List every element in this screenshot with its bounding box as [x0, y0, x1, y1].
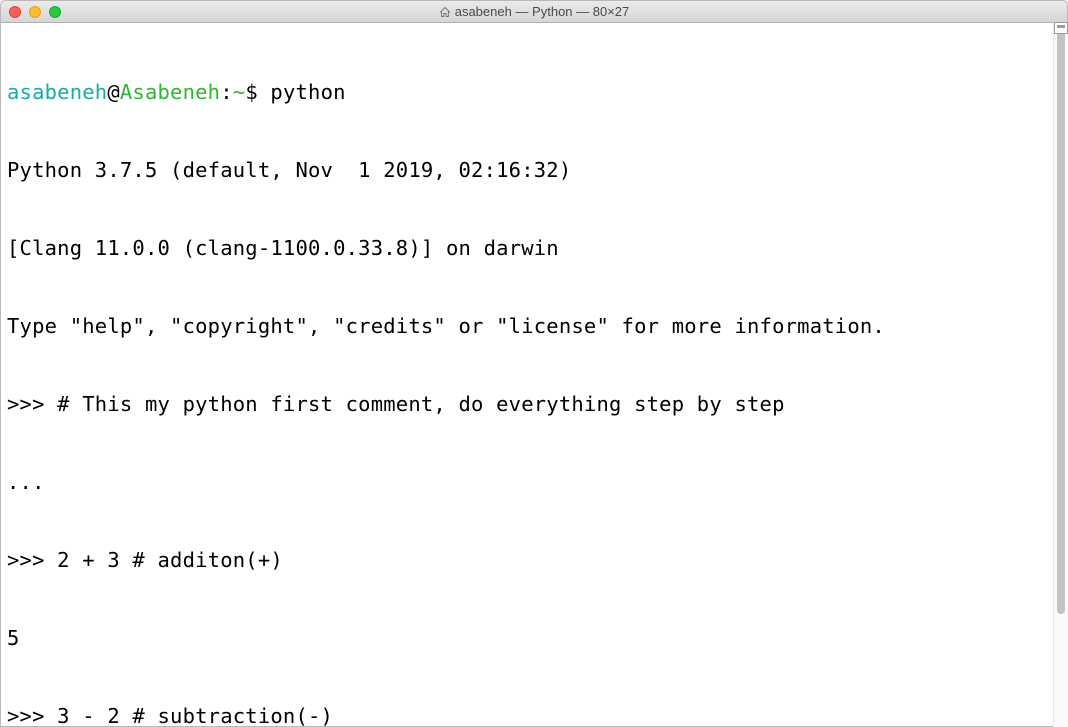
python-banner-line: [Clang 11.0.0 (clang-1100.0.33.8)] on da… [7, 235, 1061, 261]
vertical-scrollbar[interactable] [1053, 22, 1068, 727]
prompt-dollar: $ [245, 80, 270, 104]
terminal-body[interactable]: asabeneh@Asabeneh:~$ python Python 3.7.5… [1, 23, 1067, 726]
window-controls [1, 6, 61, 18]
repl-output: 5 [7, 625, 1061, 651]
typed-command: python [270, 80, 345, 104]
python-banner-line: Python 3.7.5 (default, Nov 1 2019, 02:16… [7, 157, 1061, 183]
repl-line: >>> 3 - 2 # subtraction(-) [7, 703, 1061, 726]
repl-line: >>> 2 + 3 # additon(+) [7, 547, 1061, 573]
scroll-thumb[interactable] [1057, 24, 1065, 614]
close-icon[interactable] [9, 6, 21, 18]
terminal-window: asabeneh — Python — 80×27 asabeneh@Asabe… [0, 0, 1068, 727]
maximize-icon[interactable] [49, 6, 61, 18]
corner-window-icon [1054, 22, 1068, 34]
minimize-icon[interactable] [29, 6, 41, 18]
prompt-host: Asabeneh [120, 80, 220, 104]
repl-line: ... [7, 469, 1061, 495]
repl-line: >>> # This my python first comment, do e… [7, 391, 1061, 417]
prompt-tilde: ~ [233, 80, 246, 104]
prompt-colon: : [220, 80, 233, 104]
shell-prompt-line: asabeneh@Asabeneh:~$ python [7, 79, 1061, 105]
titlebar[interactable]: asabeneh — Python — 80×27 [1, 1, 1067, 23]
prompt-user: asabeneh [7, 80, 107, 104]
home-icon [439, 6, 451, 18]
window-title: asabeneh — Python — 80×27 [455, 4, 630, 19]
prompt-at: @ [107, 80, 120, 104]
python-banner-line: Type "help", "copyright", "credits" or "… [7, 313, 1061, 339]
window-title-wrap: asabeneh — Python — 80×27 [1, 4, 1067, 19]
